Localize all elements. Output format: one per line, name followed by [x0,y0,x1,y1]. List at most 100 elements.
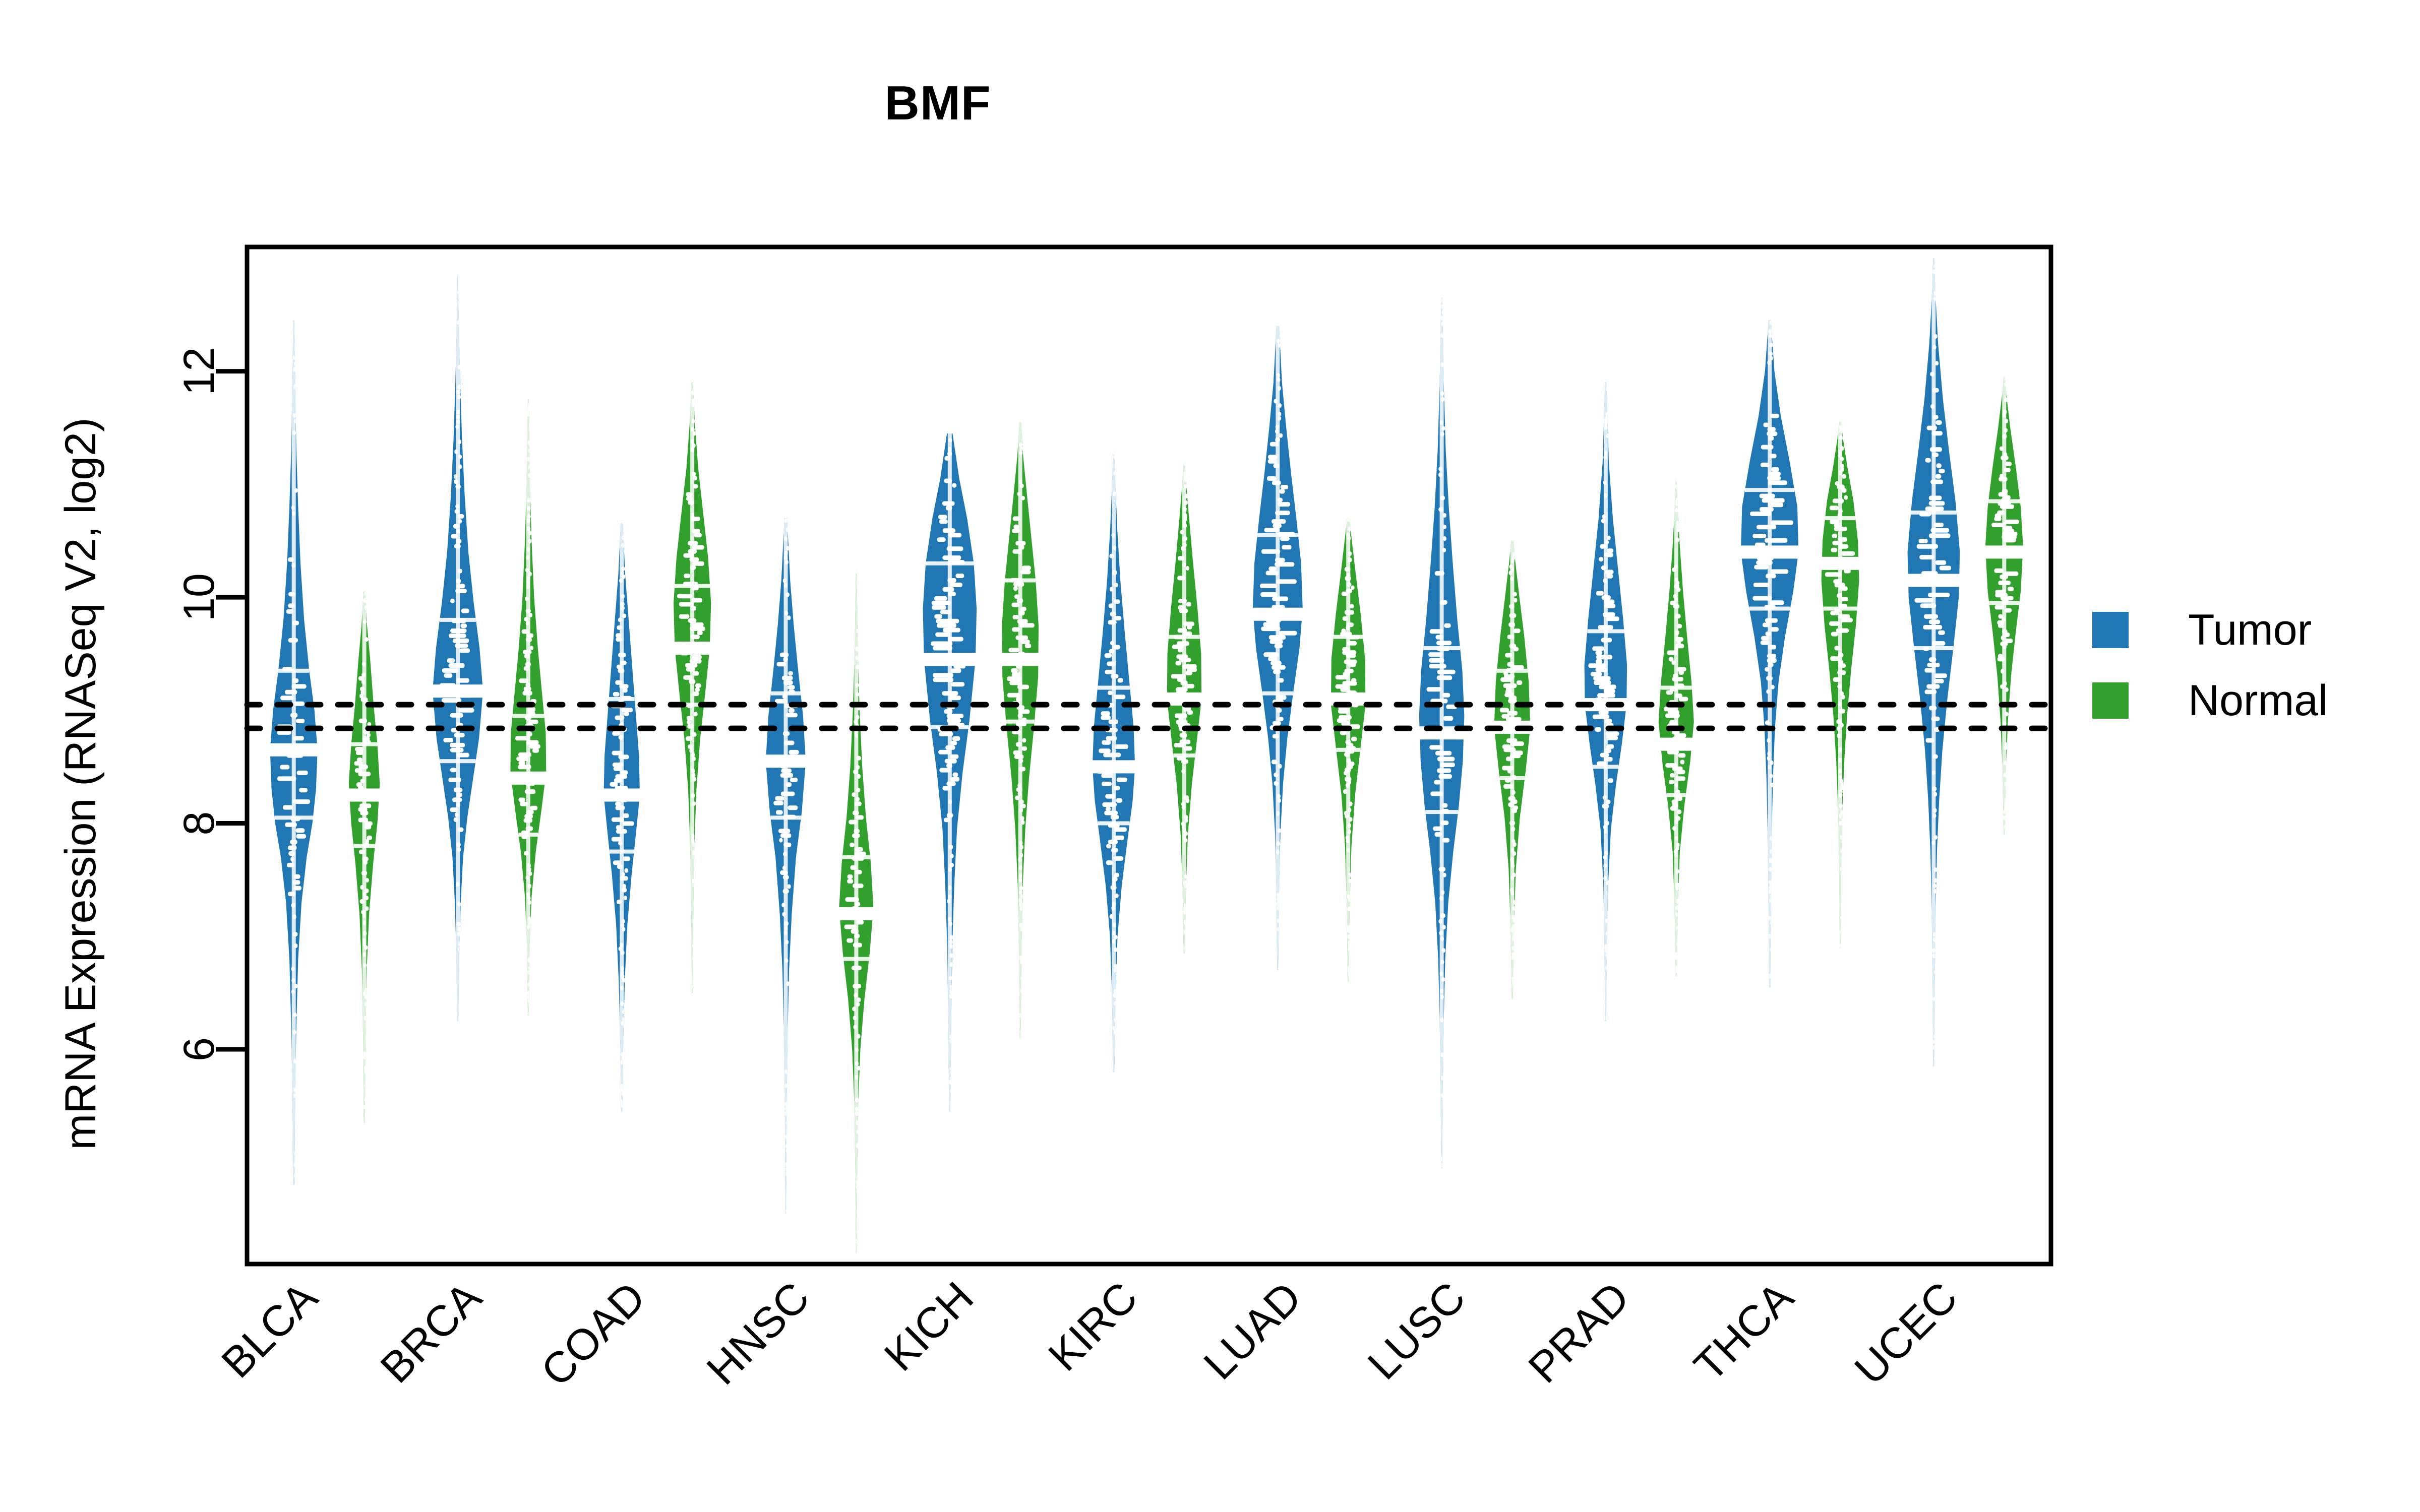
quartile-line [440,617,476,622]
quartile-line [1098,685,1130,690]
sample-point [1114,744,1128,749]
sample-point [1024,644,1032,648]
sample-point [950,777,960,782]
y-tick-label: 6 [175,1037,223,1061]
quartile-line [1825,516,1856,521]
violin-tumor-BRCA [432,275,484,1021]
sample-point [1753,583,1770,587]
sample-point [1938,630,1945,635]
sample-point [295,828,305,833]
quartile-line [609,849,634,854]
y-axis-group: 6 8 10 12 [175,347,247,1061]
sample-point [679,614,690,619]
sample-point [1762,498,1785,503]
y-tick-label: 8 [175,811,223,836]
sample-point [1606,735,1618,740]
legend-item-normal[interactable]: Normal [2092,665,2405,736]
median-line [674,642,711,655]
violin-tumor-PRAD [1584,383,1628,1021]
sample-point [529,744,540,749]
sample-point [1935,474,1942,479]
center-spine [690,383,695,993]
quartile-line [1593,765,1619,769]
sample-point [1759,493,1775,498]
legend-label-tumor: Tumor [2188,605,2312,654]
sample-point [939,519,948,524]
sample-point [1106,860,1113,865]
violin-tumor-HNSC [764,518,807,1214]
sample-point [613,692,620,697]
quartile-line [353,844,375,848]
sample-point [1595,727,1601,732]
center-spine [1182,462,1186,954]
sample-point [695,687,700,692]
legend-item-tumor[interactable]: Tumor [2092,595,2405,665]
median-line [1091,760,1136,774]
x-tick-label-UCEC: UCEC [1846,1273,1967,1394]
center-spine [1018,422,1022,1038]
sample-point [624,868,629,873]
sample-point [1994,568,2004,573]
sample-point [1186,602,1191,607]
quartile-line [274,815,313,820]
chart-page: BMF mRNA Expression (RNASeq V2, log2) 68… [0,0,2420,1512]
sample-point [1444,623,1451,628]
sample-point [694,533,702,538]
sample-point [1102,781,1112,786]
sample-point [1007,692,1020,698]
sample-point [1022,738,1026,743]
sample-point [1021,565,1031,571]
sample-point [773,801,783,805]
sample-point [1267,476,1277,481]
sample-point [1278,966,1282,970]
sample-point [623,821,634,826]
sample-point [847,874,853,879]
sample-point [1606,616,1619,621]
sample-point [460,623,467,628]
sample-point [955,574,964,578]
sample-point [1344,659,1357,664]
sample-point [1272,596,1289,601]
center-spine [2002,376,2007,835]
legend-swatch-normal [2092,682,2129,719]
median-line [1907,574,1960,587]
sample-point [850,842,855,847]
sample-point [1101,715,1111,720]
sample-point [952,736,960,741]
quartile-line [1334,635,1363,639]
sample-point [444,673,453,678]
center-spine [1931,258,1936,1066]
sample-point [1117,678,1123,683]
x-tick-label-LUSC: LUSC [1359,1273,1475,1389]
sample-point [1594,680,1611,685]
sample-point [280,696,293,701]
sample-point [1754,564,1769,570]
sample-point [1923,614,1938,619]
quartile-line [1497,668,1528,673]
sample-point [1106,844,1111,849]
sample-point [1935,560,1947,565]
sample-point [1351,736,1357,741]
median-line [269,743,319,757]
center-spine [1838,422,1842,948]
sample-point [443,738,453,742]
sample-point [1918,539,1928,543]
sample-point [1101,773,1113,778]
sample-point [1933,1056,1938,1061]
y-tick-label: 12 [175,347,223,396]
sample-point [1437,768,1451,773]
sample-point [936,623,957,628]
sample-point [2005,376,2008,381]
sample-point [1840,915,1844,920]
sample-point [951,668,961,673]
sample-point [1831,547,1838,552]
quartile-line [1423,646,1460,650]
sample-point [530,805,538,810]
sample-point [1668,657,1674,662]
sample-point [942,555,961,560]
violin-tumor-KIRC [1091,450,1136,1072]
x-tick-label-PRAD: PRAD [1519,1273,1639,1393]
sample-point [1829,506,1839,511]
sample-point [2005,519,2019,524]
quartile-line [1914,646,1954,650]
